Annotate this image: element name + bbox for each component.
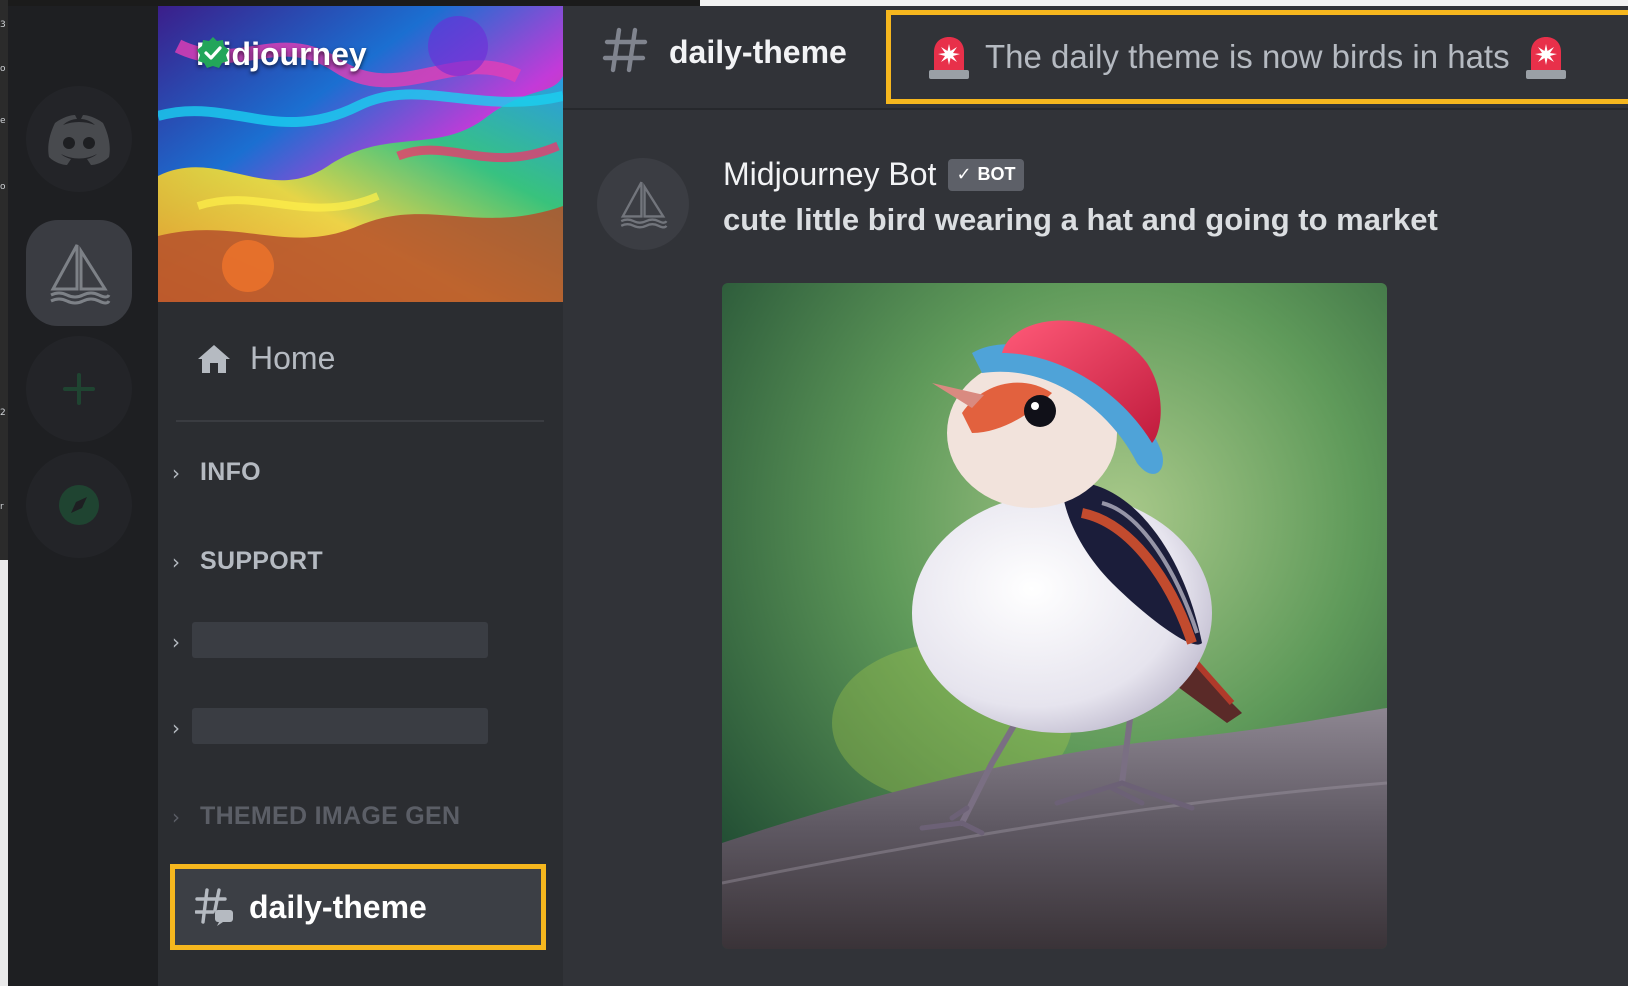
chevron-right-icon: › — [172, 630, 180, 654]
chevron-right-icon: › — [172, 460, 180, 485]
sailboat-icon — [50, 244, 111, 305]
category-label: INFO — [200, 458, 261, 486]
server-name-row[interactable]: Midjourney — [196, 36, 367, 73]
hash-icon — [602, 27, 648, 73]
redacted-category-label — [192, 622, 488, 658]
chevron-right-icon: › — [172, 804, 180, 829]
edge-tick-label: o — [0, 182, 6, 192]
category-support[interactable]: › SUPPORT — [172, 547, 323, 576]
siren-icon — [1525, 37, 1566, 79]
category-redacted[interactable]: › — [172, 630, 186, 654]
edge-tick-label: e — [0, 116, 6, 126]
chevron-right-icon: › — [172, 549, 180, 574]
checkmark-icon: ✓ — [956, 164, 972, 185]
message-author[interactable]: Midjourney Bot — [723, 156, 936, 193]
background-window-edge: 3 o e o 2 r — [0, 0, 8, 986]
channel-header: daily-theme The daily theme is now birds… — [563, 6, 1628, 110]
compass-icon — [59, 485, 99, 525]
category-info[interactable]: › INFO — [172, 458, 261, 487]
edge-tick-label: r — [0, 502, 4, 512]
home-icon — [198, 344, 230, 373]
plus-icon — [63, 373, 95, 405]
bird-in-hat-image — [722, 283, 1387, 949]
chevron-right-icon: › — [172, 716, 180, 740]
category-themed-image-gen[interactable]: › THEMED IMAGE GEN — [172, 802, 460, 831]
midjourney-server-button[interactable] — [26, 220, 132, 326]
message-image-attachment[interactable] — [722, 283, 1387, 949]
channel-label: daily-theme — [249, 888, 427, 925]
message-content: cute little bird wearing a hat and going… — [723, 202, 1438, 237]
category-label: SUPPORT — [200, 547, 323, 575]
server-rail — [8, 6, 158, 986]
channel-sidebar: Midjourney Home › INFO › SUPPORT › › › T… — [158, 6, 563, 986]
edge-tick-label: o — [0, 64, 6, 74]
server-banner: Midjourney — [158, 6, 563, 302]
explore-servers-button[interactable] — [26, 452, 132, 558]
bot-badge: ✓ BOT — [948, 158, 1024, 191]
sidebar-divider — [176, 420, 544, 422]
home-label: Home — [250, 340, 336, 376]
sailboat-icon — [620, 181, 668, 229]
edge-tick-label: 2 — [0, 408, 6, 418]
discord-logo-icon — [48, 115, 110, 165]
siren-icon — [929, 37, 969, 79]
topic-text: The daily theme is now birds in hats — [985, 38, 1510, 75]
channel-topic[interactable]: The daily theme is now birds in hats — [886, 10, 1628, 104]
message-header: Midjourney Bot ✓ BOT — [723, 156, 1024, 193]
discord-home-button[interactable] — [26, 86, 132, 192]
chat-area: daily-theme The daily theme is now birds… — [563, 6, 1628, 986]
home-nav-item[interactable]: Home — [196, 340, 335, 377]
hash-thread-icon — [195, 888, 233, 926]
add-server-button[interactable] — [26, 336, 132, 442]
redacted-category-label — [192, 708, 488, 744]
channel-title: daily-theme — [669, 34, 847, 70]
category-redacted[interactable]: › — [172, 716, 186, 740]
avatar[interactable] — [597, 158, 689, 250]
bot-badge-label: BOT — [977, 164, 1016, 184]
category-label: THEMED IMAGE GEN — [200, 802, 461, 830]
channel-item-daily-theme[interactable]: daily-theme — [170, 864, 546, 950]
edge-tick-label: 3 — [0, 20, 6, 30]
verified-badge-icon — [197, 37, 229, 68]
